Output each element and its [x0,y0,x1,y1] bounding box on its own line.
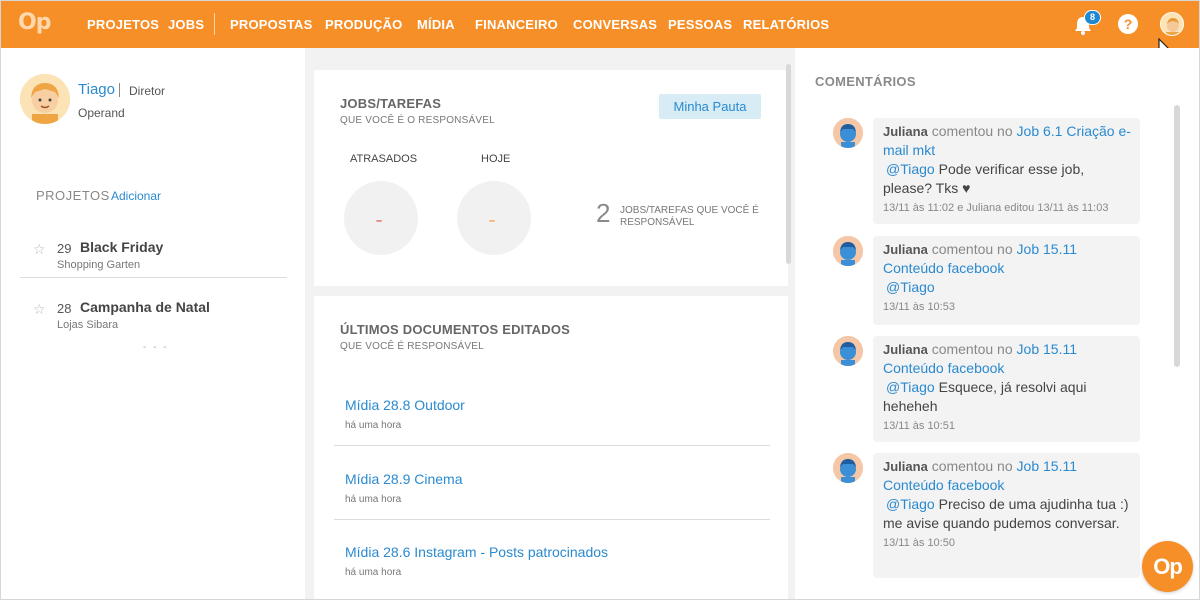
nav-divider [214,13,215,35]
scrollbar[interactable] [786,64,791,264]
nav-propostas[interactable]: PROPOSTAS [230,17,312,32]
comment-author[interactable]: Juliana [883,242,928,257]
late-tasks-circle[interactable]: – [344,181,418,255]
dashboard-main: JOBS/TAREFAS QUE VOCÊ É O RESPONSÁVEL Mi… [305,48,795,600]
document-item[interactable]: Mídia 28.6 Instagram - Posts patrocinado… [334,544,770,600]
minha-pauta-button[interactable]: Minha Pauta [659,94,761,119]
divider [334,519,770,520]
profile-role: Diretor [129,84,166,98]
nav-jobs[interactable]: JOBS [168,17,204,32]
star-icon[interactable]: ☆ [33,241,46,258]
total-tasks-count[interactable]: 2 [596,198,610,229]
document-time: há uma hora [345,567,402,578]
comment-author[interactable]: Juliana [883,342,928,357]
today-tasks-circle[interactable]: – [457,181,531,255]
comment-bubble: Juliana comentou no Job 6.1 Criação e-ma… [873,118,1140,224]
comment-mention[interactable]: @Tiago [886,496,935,512]
comment-time: 13/11 às 10:51 [883,420,955,432]
document-title[interactable]: Mídia 28.9 Cinema [345,471,463,487]
documents-title: ÚLTIMOS DOCUMENTOS EDITADOS [340,322,571,337]
commenter-avatar[interactable] [833,118,863,148]
comment-action: comentou no [931,123,1013,139]
total-tasks-label: JOBS/TAREFAS QUE VOCÊ É RESPONSÁVEL [620,205,759,228]
today-tasks-value: – [489,215,496,227]
comment-author[interactable]: Juliana [883,124,928,139]
tasks-subtitle: QUE VOCÊ É O RESPONSÁVEL [340,115,495,126]
late-tasks-value: – [376,215,383,227]
tasks-title: JOBS/TAREFAS [340,96,442,111]
more-projects-indicator[interactable]: - - - [143,342,169,353]
commenter-avatar[interactable] [833,336,863,366]
notification-count-badge: 8 [1084,10,1101,25]
document-time: há uma hora [345,420,402,431]
comment-action: comentou no [931,241,1013,257]
project-client: Lojas Sibara [57,319,119,331]
floating-help-button[interactable]: Op [1142,541,1193,592]
comment-bubble: Juliana comentou no Job 15.11 Conteúdo f… [873,453,1140,578]
comment-bubble: Juliana comentou no Job 15.11 Conteúdo f… [873,336,1140,442]
profile-name[interactable]: Tiago [78,81,115,98]
nav-midia[interactable]: MÍDIA [417,17,455,32]
comment-time: 13/11 às 10:53 [883,301,955,313]
document-item[interactable]: Mídia 28.8 Outdoor há uma hora [334,397,770,471]
divider [334,445,770,446]
comment-mention[interactable]: @Tiago [886,279,935,295]
project-item[interactable]: ☆ 29 Black Friday Shopping Garten [20,221,287,281]
nav-relatorios[interactable]: RELATÓRIOS [743,17,829,32]
tasks-card: JOBS/TAREFAS QUE VOCÊ É O RESPONSÁVEL Mi… [314,70,788,286]
profile-avatar[interactable] [20,74,70,124]
star-icon[interactable]: ☆ [33,301,46,318]
documents-subtitle: QUE VOCÊ É RESPONSÁVEL [340,341,484,352]
document-title[interactable]: Mídia 28.6 Instagram - Posts patrocinado… [345,544,608,560]
commenter-avatar[interactable] [833,236,863,266]
comments-heading: COMENTÁRIOS [815,74,916,89]
top-navigation-bar: Op PROJETOS JOBS PROPOSTAS PRODUÇÃO MÍDI… [0,0,1200,48]
comment-time: 13/11 às 11:02 e Juliana editou 13/11 às… [883,202,1109,214]
comment-mention[interactable]: @Tiago [886,379,935,395]
comment-action: comentou no [931,458,1013,474]
operand-logo[interactable]: Op [18,10,51,35]
documents-card: ÚLTIMOS DOCUMENTOS EDITADOS QUE VOCÊ É R… [314,296,788,600]
comment-mention[interactable]: @Tiago [886,161,935,177]
document-title[interactable]: Mídia 28.8 Outdoor [345,397,465,413]
document-item[interactable]: Mídia 28.9 Cinema há uma hora [334,471,770,545]
commenter-avatar[interactable] [833,453,863,483]
nav-projetos[interactable]: PROJETOS [87,17,159,32]
comment-bubble: Juliana comentou no Job 15.11 Conteúdo f… [873,236,1140,325]
comments-panel: COMENTÁRIOS Juliana comentou no Job 6.1 … [795,48,1200,600]
projects-heading: PROJETOS [36,188,110,203]
project-number: 29 [57,241,72,256]
project-number: 28 [57,301,72,316]
profile-divider [119,83,120,97]
comment-time: 13/11 às 10:50 [883,537,955,549]
nav-producao[interactable]: PRODUÇÃO [325,17,402,32]
nav-conversas[interactable]: CONVERSAS [573,17,657,32]
today-label: HOJE [481,153,511,165]
late-label: ATRASADOS [350,153,418,165]
project-name[interactable]: Black Friday [80,239,163,255]
nav-pessoas[interactable]: PESSOAS [668,17,732,32]
user-avatar[interactable] [1160,12,1184,36]
project-name[interactable]: Campanha de Natal [80,299,210,315]
profile-company: Operand [78,106,125,120]
divider [20,277,287,278]
help-icon[interactable]: ? [1118,14,1138,34]
comment-action: comentou no [931,341,1013,357]
nav-financeiro[interactable]: FINANCEIRO [475,17,558,32]
left-sidebar: Tiago Diretor Operand PROJETOS Adicionar… [0,48,305,600]
comment-author[interactable]: Juliana [883,459,928,474]
scrollbar[interactable] [1174,105,1180,367]
document-time: há uma hora [345,494,402,505]
project-client: Shopping Garten [57,259,141,271]
add-project-link[interactable]: Adicionar [111,189,161,203]
project-item[interactable]: ☆ 28 Campanha de Natal Lojas Sibara [20,281,287,341]
